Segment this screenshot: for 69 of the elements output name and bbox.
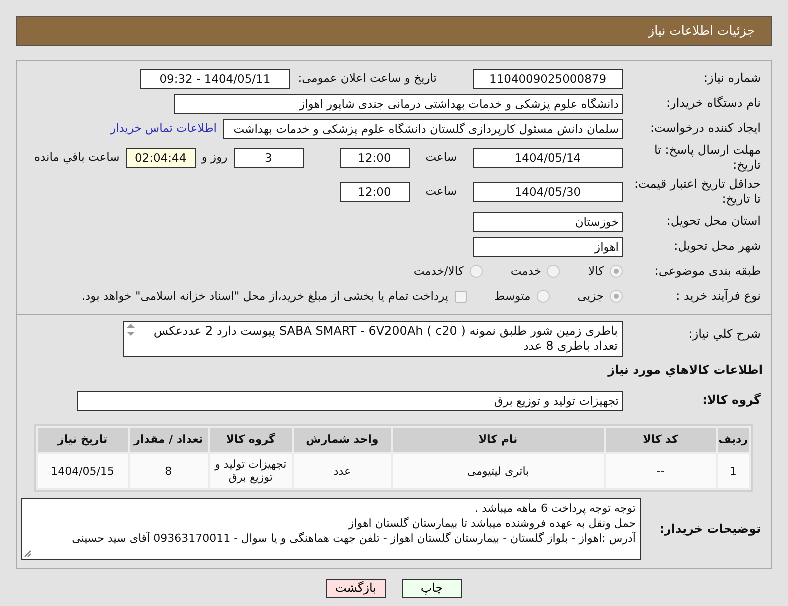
radio-label: جزیی [578,288,604,305]
table-cell: 1404/05/15 [38,454,128,488]
radio-label: کالا [588,262,604,280]
notes-line: توجه توجه پرداخت 6 ماهه میباشد . [475,501,636,516]
table-cell: باتری لیتیومی [392,454,604,488]
page-title: جزئیات اطلاعات نیاز [648,22,755,40]
print-button[interactable]: چاپ [402,579,462,598]
notes-line: حمل ونقل به عهده فروشنده میباشد تا بیمارستان گلستان اهواز [348,516,636,531]
field-label: طبقه بندی موضوعی: [654,264,762,279]
table-cell: 8 [130,454,208,488]
field-label: روز و [202,149,228,166]
column-header: تاریخ نیاز [38,428,128,452]
back-button[interactable]: بازگشت [326,579,386,598]
column-header: ردیف [718,428,749,452]
text-field[interactable]: 1404/05/11 - 09:32 [140,68,290,88]
field-label: شماره نیاز: [703,71,762,86]
field-label: ساعت باقي مانده [34,149,120,166]
column-header: نام کالا [392,428,604,452]
time-field[interactable]: 12:00 [340,182,410,202]
text-field[interactable]: تجهیزات تولید و توزیع برق [77,390,623,410]
field-label: ایجاد کننده درخواست: [649,121,762,136]
date-field[interactable]: 1404/05/14 [473,148,623,168]
column-header: گروه کالا [210,428,292,452]
field-label: گروه کالا: [702,393,762,408]
field-label: شهر محل تحویل: [673,239,762,254]
field-label: ساعت [426,149,457,166]
radio-label: متوسط [494,288,531,305]
field-label: مهلت ارسال پاسخ: تا تاریخ: [653,143,762,173]
radio-button[interactable] [610,265,623,278]
table-cell: تجهیزات تولید و توزیع برق [210,454,292,488]
radio-button[interactable] [547,265,560,278]
checkbox[interactable] [454,290,467,302]
table-cell: عدد [294,454,391,488]
column-header: واحد شمارش [294,428,391,452]
radio-button[interactable] [470,265,483,278]
notes-line: آدرس :اهواز - بلواز گلستان - بیمارستان گلستان اهواز - تلفن جهت هماهنگی و یا سوال - 09363170011 آقای سید حسینی [72,531,636,546]
text-field[interactable]: خوزستان [473,212,623,232]
radio-label: خدمت [510,262,542,280]
radio-button[interactable] [610,290,623,303]
section-heading: اطلاعات کالاهاي مورد نیاز [606,362,764,379]
field-label: نام دستگاه خریدار: [666,96,762,111]
text-field[interactable]: سلمان دانش مسئول کارپردازی گلستان دانشگاه علوم پزشکی و خدمات بهداشت [223,118,623,138]
time-field[interactable]: 12:00 [340,148,410,168]
resize-grip-icon[interactable] [24,550,32,558]
description-box[interactable]: باطری زمین شور طلبق نمونه ( SABA SMART - 6V200Ah ( c20 پیوست دارد 2 عددعکس تعداد باطری 8 عدد [123,321,623,357]
text-field[interactable]: اهواز [473,236,623,256]
field-label: حداقل تاریخ اعتبار قیمت: تا تاریخ: [633,177,762,207]
radio-button[interactable] [536,290,550,303]
days-field[interactable]: 3 [234,148,304,168]
text-field[interactable]: دانشگاه علوم پزشکی و خدمات بهداشتی درمانی جندی شاپور اهواز [174,94,623,114]
countdown-field[interactable]: 02:04:44 [126,148,196,168]
scroll-arrows-icon[interactable] [126,324,136,336]
field-label: توضیحات خریدار: [658,522,762,536]
table-cell: -- [606,454,716,488]
field-label: ساعت [426,183,457,200]
field-label: نوع فرآیند خرید : [675,289,762,304]
field-label: استان محل تحویل: [666,214,762,229]
text-field[interactable]: 1104009025000879 [473,68,623,88]
checkbox-label: پرداخت تمام یا بخشی از مبلغ خرید،از محل "اسناد خزانه اسلامی" خواهد بود. [82,288,449,305]
description-text: باطری زمین شور طلبق نمونه ( SABA SMART - 6V200Ah ( c20 پیوست دارد 2 عددعکس تعداد باطری 8 عدد [154,324,618,353]
date-field[interactable]: 1404/05/30 [473,182,623,202]
field-label: شرح کلي نیاز: [688,326,762,342]
contact-link[interactable]: اطلاعات تماس خریدار [110,120,217,138]
notes-box[interactable]: توجه توجه پرداخت 6 ماهه میباشد . حمل ونقل به عهده فروشنده میباشد تا بیمارستان گلستان اهواز آدرس :اهواز - بلواز گلستان - بیمارستان گلستان اهواز - تلفن جهت هماهنگی و یا سوال - 09363170011 آقای سید حسینی [21,498,641,560]
column-header: تعداد / مقدار [130,428,208,452]
radio-label: کالا/خدمت [414,262,464,280]
column-header: کد کالا [606,428,716,452]
field-label: تاریخ و ساعت اعلان عمومی: [298,70,437,87]
table-cell: 1 [718,454,749,488]
